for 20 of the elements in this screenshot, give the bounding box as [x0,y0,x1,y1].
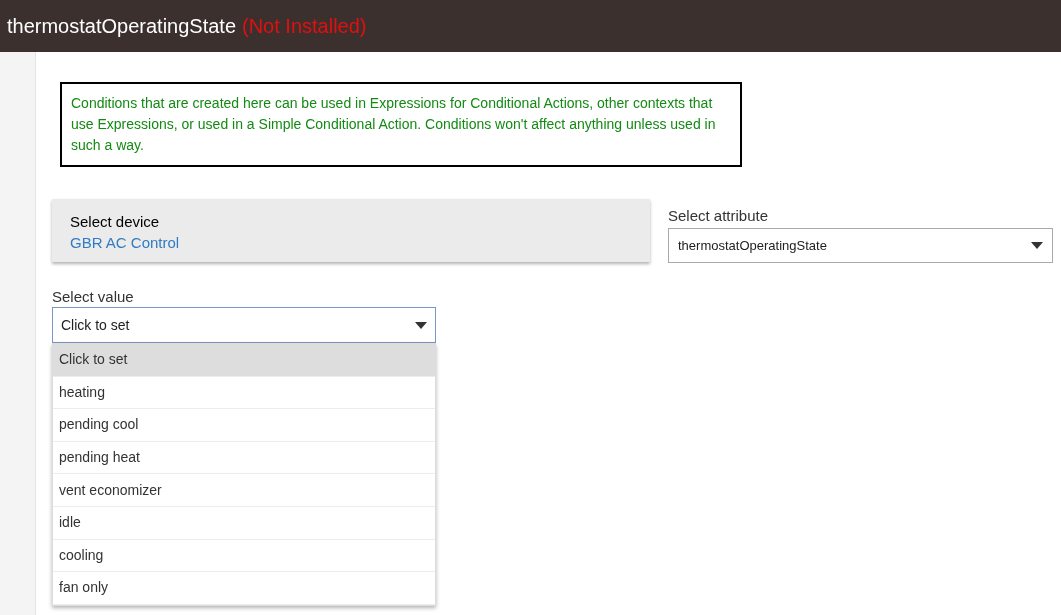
attribute-label: Select attribute [668,206,770,226]
caret-icon [1031,242,1043,249]
device-label: Select device [70,212,161,232]
dropdown-option[interactable]: pending cool [53,409,435,442]
dropdown-option[interactable]: vent economizer [53,474,435,507]
value-label: Select value [52,287,135,307]
device-value[interactable]: GBR AC Control [70,232,632,254]
notice-box: Conditions that are created here can be used in Expressions for Conditional Actions, other contexts that use Expressions, or used in a Simple Conditional Action. Conditions won't affect anything unless used in such a way. [60,82,742,167]
dropdown-option[interactable]: Click to set [53,344,435,377]
dropdown-option[interactable]: idle [53,506,435,540]
dropdown-option[interactable]: heating [53,376,435,410]
caret-icon [415,321,427,329]
page-title: thermostatOperatingState [7,14,236,39]
attribute-select[interactable]: thermostatOperatingState [668,228,1053,263]
device-selector[interactable]: Select device GBR AC Control [52,199,650,262]
dropdown-option[interactable]: fan only [53,572,435,605]
dropdown-option[interactable]: pending heat [53,441,435,475]
dropdown-option[interactable]: cooling [53,539,435,573]
install-status: (Not Installed) [242,14,367,39]
value-select[interactable]: Click to set [52,307,436,343]
